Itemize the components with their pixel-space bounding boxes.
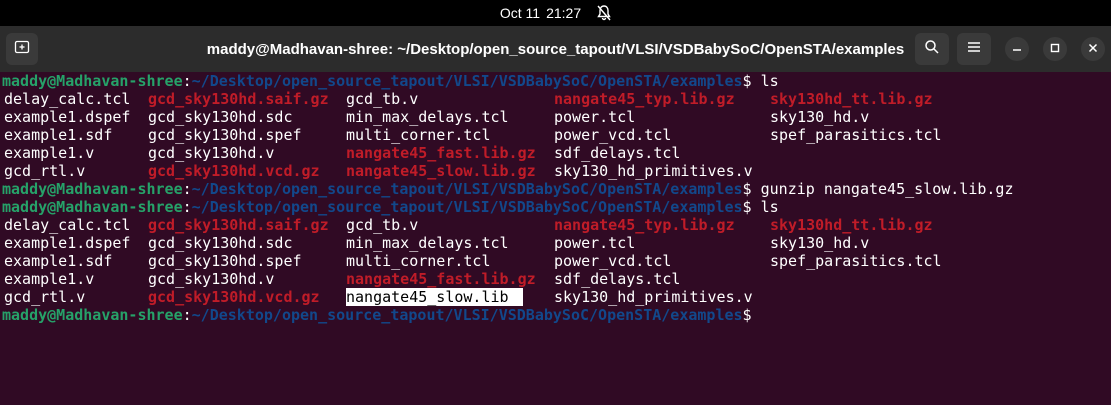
- file-entry: nangate45_typ.lib.gz: [554, 90, 735, 108]
- prompt-user: maddy@Madhavan-shree: [2, 306, 183, 324]
- file-entry: nangate45_fast.lib.gz: [346, 144, 536, 162]
- file-entry: gcd_sky130hd.spef: [148, 252, 302, 270]
- ls-row: example1.sdf gcd_sky130hd.spef multi_corne…: [2, 126, 1109, 144]
- file-entry: sdf_delays.tcl: [554, 270, 681, 288]
- file-entry: sky130_hd.v: [770, 108, 870, 126]
- file-entry: sky130hd_tt.lib.gz: [770, 216, 933, 234]
- prompt-line: maddy@Madhavan-shree:~/Desktop/open_sour…: [2, 306, 761, 324]
- file-entry: nangate45_slow.lib: [346, 288, 523, 306]
- file-entry: example1.v: [4, 270, 95, 288]
- file-entry: min_max_delays.tcl: [346, 234, 509, 252]
- prompt-line: maddy@Madhavan-shree:~/Desktop/open_sour…: [2, 72, 779, 90]
- file-entry: gcd_sky130hd.vcd.gz: [148, 288, 320, 306]
- file-entry: gcd_sky130hd.vcd.gz: [148, 162, 320, 180]
- file-entry: power.tcl: [554, 234, 636, 252]
- ls-row: example1.dspef gcd_sky130hd.sdc min_max_de…: [2, 108, 1109, 126]
- ls-row: example1.dspef gcd_sky130hd.sdc min_max_de…: [2, 234, 1109, 252]
- file-entry: sky130_hd_primitives.v: [554, 288, 753, 306]
- search-icon: [924, 39, 940, 60]
- command-text: ls: [760, 72, 779, 90]
- file-entry: example1.dspef: [4, 234, 131, 252]
- file-entry: gcd_sky130hd.sdc: [148, 234, 293, 252]
- minimize-icon: [1012, 40, 1022, 58]
- command-text: gunzip nangate45_slow.lib.gz: [760, 180, 1014, 198]
- prompt-path: ~/Desktop/open_source_tapout/VLSI/VSDBab…: [191, 306, 743, 324]
- ls-output-1: delay_calc.tcl gcd_sky130hd.saif.gz gcd_tb…: [2, 90, 1109, 180]
- file-entry: gcd_rtl.v: [4, 162, 86, 180]
- file-entry: gcd_sky130hd.saif.gz: [148, 216, 329, 234]
- ls-row: example1.v gcd_sky130hd.v nangate45_fast.l…: [2, 270, 1109, 288]
- file-entry: power_vcd.tcl: [554, 126, 672, 144]
- file-entry: min_max_delays.tcl: [346, 108, 509, 126]
- search-button[interactable]: [915, 33, 949, 65]
- file-entry: spef_parasitics.tcl: [770, 252, 942, 270]
- file-entry: example1.dspef: [4, 108, 131, 126]
- file-entry: example1.sdf: [4, 126, 113, 144]
- file-entry: sky130hd_tt.lib.gz: [770, 90, 933, 108]
- prompt-line: maddy@Madhavan-shree:~/Desktop/open_sour…: [2, 180, 1014, 198]
- prompt-path: ~/Desktop/open_source_tapout/VLSI/VSDBab…: [191, 198, 743, 216]
- new-tab-button[interactable]: [6, 33, 38, 65]
- file-entry: sky130_hd_primitives.v: [554, 162, 753, 180]
- file-entry: sdf_delays.tcl: [554, 144, 681, 162]
- new-tab-icon: [14, 39, 30, 60]
- file-entry: gcd_sky130hd.spef: [148, 126, 302, 144]
- ls-row: delay_calc.tcl gcd_sky130hd.saif.gz gcd_tb…: [2, 90, 1109, 108]
- file-entry: power.tcl: [554, 108, 636, 126]
- command-text: ls: [760, 198, 779, 216]
- file-entry: multi_corner.tcl: [346, 126, 491, 144]
- file-entry: gcd_sky130hd.sdc: [148, 108, 293, 126]
- maximize-icon: [1050, 40, 1060, 58]
- ls-output-2: delay_calc.tcl gcd_sky130hd.saif.gz gcd_tb…: [2, 216, 1109, 306]
- file-entry: delay_calc.tcl: [4, 90, 131, 108]
- file-entry: power_vcd.tcl: [554, 252, 672, 270]
- file-entry: gcd_sky130hd.v: [148, 144, 275, 162]
- ls-row: example1.v gcd_sky130hd.v nangate45_fast.l…: [2, 144, 1109, 162]
- file-entry: multi_corner.tcl: [346, 252, 491, 270]
- file-entry: delay_calc.tcl: [4, 216, 131, 234]
- file-entry: sky130_hd.v: [770, 234, 870, 252]
- minimize-button[interactable]: [1005, 37, 1029, 61]
- terminal-output[interactable]: maddy@Madhavan-shree:~/Desktop/open_sour…: [0, 72, 1111, 405]
- close-icon: [1088, 40, 1098, 58]
- ls-row: example1.sdf gcd_sky130hd.spef multi_corne…: [2, 252, 1109, 270]
- menu-button[interactable]: [957, 33, 991, 65]
- file-entry: gcd_rtl.v: [4, 288, 86, 306]
- file-entry: nangate45_fast.lib.gz: [346, 270, 536, 288]
- hamburger-menu-icon: [967, 40, 981, 58]
- clock-time[interactable]: 21:27: [546, 5, 581, 21]
- terminal-title-bar: maddy@Madhavan-shree: ~/Desktop/open_sou…: [0, 26, 1111, 72]
- prompt-user: maddy@Madhavan-shree: [2, 198, 183, 216]
- prompt-user: maddy@Madhavan-shree: [2, 180, 183, 198]
- ls-row: gcd_rtl.v gcd_sky130hd.vcd.gz nangate45_sl…: [2, 162, 1109, 180]
- prompt-path: ~/Desktop/open_source_tapout/VLSI/VSDBab…: [191, 180, 743, 198]
- close-button[interactable]: [1081, 37, 1105, 61]
- file-entry: gcd_tb.v: [346, 90, 419, 108]
- prompt-path: ~/Desktop/open_source_tapout/VLSI/VSDBab…: [191, 72, 743, 90]
- clock-date[interactable]: Oct 11: [500, 5, 540, 21]
- prompt-line: maddy@Madhavan-shree:~/Desktop/open_sour…: [2, 198, 779, 216]
- prompt-user: maddy@Madhavan-shree: [2, 72, 183, 90]
- ls-row: delay_calc.tcl gcd_sky130hd.saif.gz gcd_tb…: [2, 216, 1109, 234]
- system-top-bar: Oct 11 21:27: [0, 0, 1111, 26]
- file-entry: gcd_tb.v: [346, 216, 419, 234]
- file-entry: example1.v: [4, 144, 95, 162]
- ls-row: gcd_rtl.v gcd_sky130hd.vcd.gz nangate45_sl…: [2, 288, 1109, 306]
- maximize-button[interactable]: [1043, 37, 1067, 61]
- file-entry: gcd_sky130hd.saif.gz: [148, 90, 329, 108]
- file-entry: spef_parasitics.tcl: [770, 126, 942, 144]
- file-entry: nangate45_typ.lib.gz: [554, 216, 735, 234]
- bell-icon[interactable]: [597, 5, 611, 21]
- file-entry: nangate45_slow.lib.gz: [346, 162, 536, 180]
- file-entry: example1.sdf: [4, 252, 113, 270]
- file-entry: gcd_sky130hd.v: [148, 270, 275, 288]
